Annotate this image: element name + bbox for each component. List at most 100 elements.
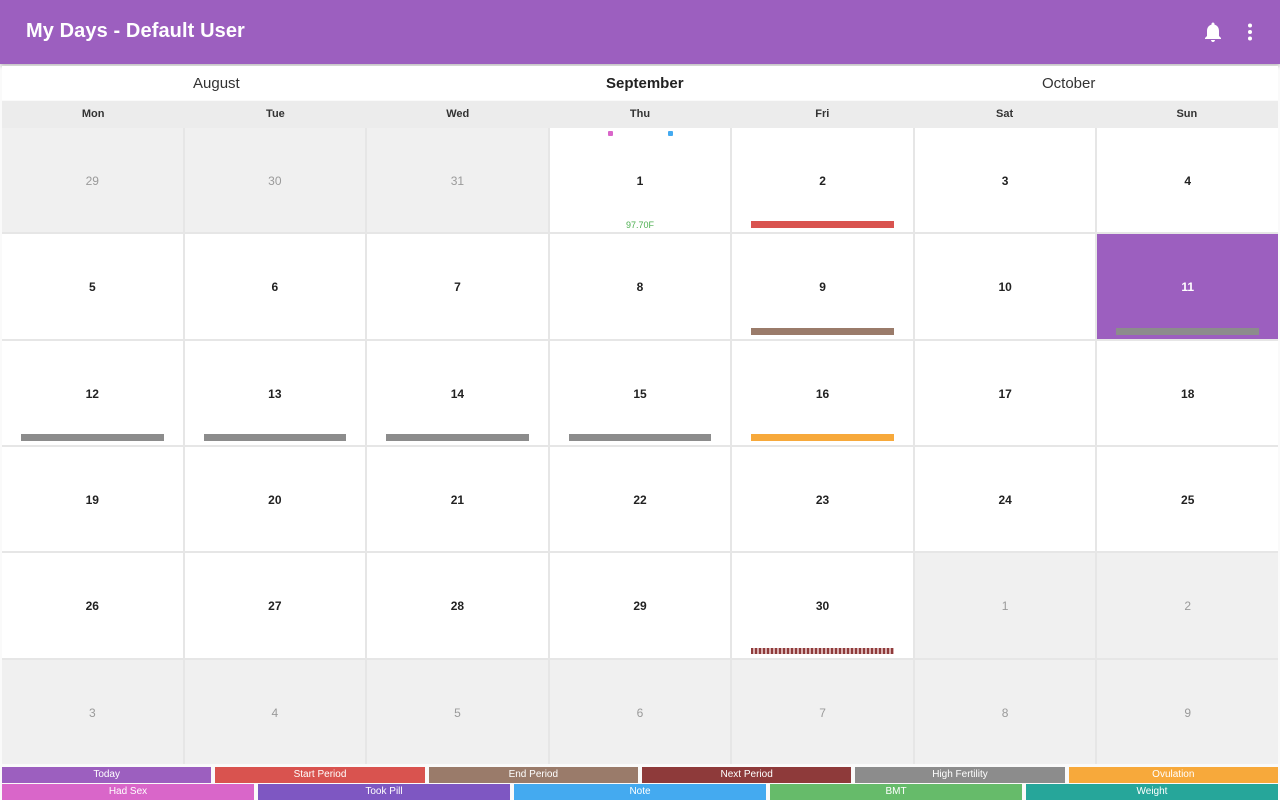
day-cell[interactable]: 9 xyxy=(1097,659,1278,764)
high-fertility-bar xyxy=(21,434,164,441)
day-cell[interactable]: 22 xyxy=(549,447,731,552)
day-cell[interactable]: 31 xyxy=(367,128,548,233)
day-cell[interactable]: 17 xyxy=(914,340,1096,445)
legend-end-period: End Period xyxy=(428,767,638,783)
day-cell[interactable]: 30 xyxy=(184,128,366,233)
day-number: 13 xyxy=(268,386,282,401)
day-cell[interactable]: 3 xyxy=(914,128,1096,233)
day-number: 1 xyxy=(1001,599,1009,614)
day-number: 8 xyxy=(1001,705,1009,720)
legend-row-2: Had Sex Took Pill Note BMT Weight xyxy=(2,784,1278,800)
day-number: 4 xyxy=(1184,174,1192,188)
day-cell[interactable]: 24 xyxy=(914,447,1096,552)
day-number: 14 xyxy=(450,386,465,401)
day-cell-today[interactable]: 11 xyxy=(1097,234,1278,339)
day-number: 11 xyxy=(1181,280,1195,295)
day-number: 1 xyxy=(636,174,644,188)
day-number: 27 xyxy=(268,599,282,614)
day-cell[interactable]: 15 xyxy=(549,340,731,445)
month-switcher: August September October xyxy=(2,66,1278,100)
day-number: 30 xyxy=(815,599,830,614)
day-cell[interactable]: 5 xyxy=(367,659,548,764)
day-cell[interactable]: 1 97.70F xyxy=(549,128,731,233)
day-cell[interactable]: 26 xyxy=(2,553,183,658)
day-number: 5 xyxy=(88,280,96,295)
more-vert-icon[interactable] xyxy=(1238,20,1262,44)
day-number: 12 xyxy=(85,386,99,401)
next-month-label[interactable]: October xyxy=(1042,75,1095,92)
day-cell[interactable]: 30 xyxy=(732,553,913,658)
weekday-sat: Sat xyxy=(995,108,1014,120)
legend-start-period: Start Period xyxy=(215,767,425,783)
day-cell[interactable]: 9 xyxy=(732,234,913,339)
day-cell[interactable]: 20 xyxy=(184,447,366,552)
weekday-thu: Thu xyxy=(629,108,651,120)
day-number: 9 xyxy=(819,280,826,295)
day-number: 29 xyxy=(85,174,99,188)
high-fertility-bar xyxy=(568,434,712,441)
day-number: 6 xyxy=(271,280,279,295)
prev-month-label[interactable]: August xyxy=(193,75,240,92)
day-cell[interactable]: 8 xyxy=(914,659,1096,764)
weekday-header: Mon Tue Wed Thu Fri Sat Sun xyxy=(2,101,1278,128)
legend-row-1: Today Start Period End Period Next Period Hi… xyxy=(2,767,1278,783)
day-cell[interactable]: 14 xyxy=(367,340,548,445)
day-cell[interactable]: 4 xyxy=(1097,128,1278,233)
day-number: 2 xyxy=(1184,599,1192,614)
legend-high-fertility: High Fertility xyxy=(855,767,1065,783)
day-number: 6 xyxy=(636,705,644,720)
day-cell[interactable]: 21 xyxy=(367,447,548,552)
day-cell[interactable]: 12 xyxy=(2,340,183,445)
day-number: 9 xyxy=(1184,705,1192,720)
legend-weight: Weight xyxy=(1026,784,1278,800)
legend-took-pill: Took Pill xyxy=(258,784,510,800)
day-number: 31 xyxy=(450,174,465,188)
day-number: 5 xyxy=(454,705,461,720)
day-number: 10 xyxy=(998,280,1012,295)
legend-note: Note xyxy=(514,784,766,800)
weekday-tue: Tue xyxy=(266,108,285,120)
day-cell[interactable]: 7 xyxy=(367,234,548,339)
day-number: 16 xyxy=(815,386,830,401)
day-cell[interactable]: 19 xyxy=(2,447,183,552)
day-cell[interactable]: 29 xyxy=(549,553,731,658)
day-cell[interactable]: 5 xyxy=(2,234,183,339)
day-cell[interactable]: 23 xyxy=(732,447,913,552)
app-title: My Days - Default User xyxy=(26,20,245,42)
bbt-reading: 97.70F xyxy=(625,220,654,230)
day-cell[interactable]: 3 xyxy=(2,659,183,764)
day-cell[interactable]: 4 xyxy=(184,659,366,764)
day-cell[interactable]: 2 xyxy=(732,128,913,233)
day-cell[interactable]: 2 xyxy=(1097,553,1278,658)
ovulation-bar xyxy=(751,434,894,441)
day-number: 26 xyxy=(85,599,99,614)
weekday-mon: Mon xyxy=(81,108,105,120)
calendar-grid: 29 30 31 1 97.70F 2 3 4 5 6 7 8 9 10 11 12 13 14 15 16 17 18 1… xyxy=(2,128,1278,764)
weekday-sun: Sun xyxy=(1176,108,1198,120)
day-number: 30 xyxy=(268,174,282,188)
day-cell[interactable]: 18 xyxy=(1097,340,1278,445)
day-cell[interactable]: 28 xyxy=(367,553,548,658)
day-number: 19 xyxy=(85,493,99,507)
day-cell[interactable]: 27 xyxy=(184,553,366,658)
day-cell[interactable]: 16 xyxy=(732,340,913,445)
day-number: 7 xyxy=(819,705,826,720)
high-fertility-bar xyxy=(203,434,347,441)
day-cell[interactable]: 29 xyxy=(2,128,183,233)
day-cell[interactable]: 6 xyxy=(549,659,731,764)
day-cell[interactable]: 25 xyxy=(1097,447,1278,552)
note-marker xyxy=(667,131,673,136)
day-number: 21 xyxy=(450,493,465,507)
day-cell[interactable]: 7 xyxy=(732,659,913,764)
day-cell[interactable]: 10 xyxy=(914,234,1096,339)
day-cell[interactable]: 8 xyxy=(549,234,731,339)
bell-icon[interactable] xyxy=(1201,20,1225,44)
day-number: 20 xyxy=(268,493,282,507)
day-number: 23 xyxy=(815,493,830,507)
day-cell[interactable]: 6 xyxy=(184,234,366,339)
current-month-label: September xyxy=(606,75,684,92)
legend-today: Today xyxy=(2,767,212,783)
day-number: 22 xyxy=(633,493,647,507)
day-cell[interactable]: 13 xyxy=(184,340,366,445)
day-cell[interactable]: 1 xyxy=(914,553,1096,658)
